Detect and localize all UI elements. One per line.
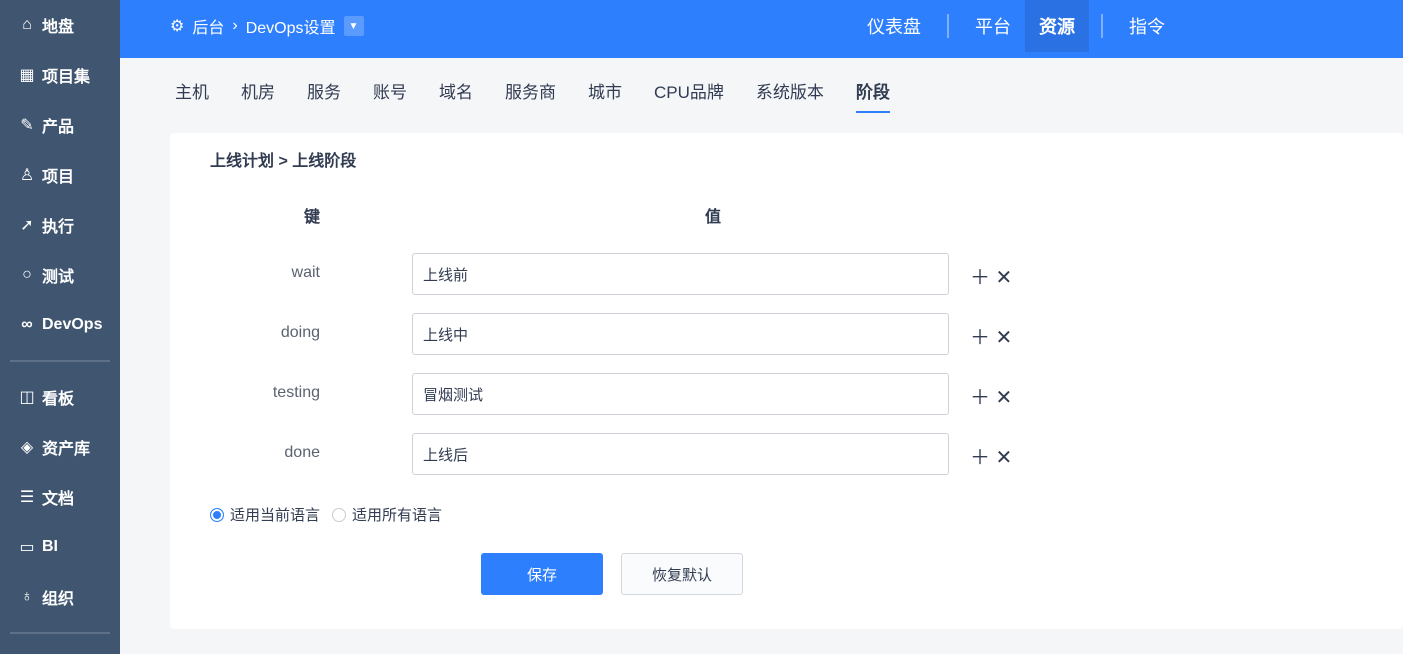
kanban-icon: ◫ <box>19 389 35 406</box>
row-key: testing <box>272 384 320 401</box>
tab-provider[interactable]: 服务商 <box>505 78 556 113</box>
value-input[interactable] <box>412 373 949 415</box>
sidebar-item-devops[interactable]: ∞ DevOps <box>0 300 120 350</box>
tab-stage[interactable]: 阶段 <box>855 78 890 113</box>
tab-account[interactable]: 账号 <box>373 78 407 113</box>
tab-host[interactable]: 主机 <box>175 78 209 113</box>
radio-all-label[interactable]: 适用所有语言 <box>352 504 442 525</box>
nav-dashboard[interactable]: 仪表盘 <box>853 0 935 52</box>
doc-icon: ☰ <box>19 489 35 506</box>
users-icon: ♁ <box>21 588 33 605</box>
row-key: done <box>284 444 320 461</box>
sidebar-item-project[interactable]: ♙ 项目 <box>0 150 120 200</box>
rocket-icon: ♙ <box>19 167 35 184</box>
bulb-icon: ✎ <box>20 117 34 134</box>
sidebar-item-org[interactable]: ♁ 组织 <box>0 572 120 622</box>
sidebar-item-docs[interactable]: ☰ 文档 <box>0 472 120 522</box>
nav-commands[interactable]: 指令 <box>1115 0 1179 52</box>
value-input[interactable] <box>412 313 949 355</box>
caret-down-icon: ▼ <box>348 20 359 32</box>
nav-separator <box>1101 14 1103 38</box>
search-icon: ○ <box>22 266 32 283</box>
table-row: testing ＋ ✕ <box>170 373 1403 415</box>
gear-icon: ⚙ <box>170 18 185 35</box>
top-nav: 仪表盘 平台 资源 指令 <box>853 0 1179 52</box>
save-button[interactable]: 保存 <box>481 553 603 595</box>
table-row: done ＋ ✕ <box>170 433 1403 475</box>
add-icon[interactable]: ＋ ✕ <box>970 441 1012 470</box>
radio-current-label[interactable]: 适用当前语言 <box>230 504 320 525</box>
home-icon: ⌂ <box>22 16 32 33</box>
sidebar-item-execution[interactable]: ➚ 执行 <box>0 200 120 250</box>
page-title: 上线计划 > 上线阶段 <box>210 153 357 170</box>
diamond-icon: ◈ <box>20 439 34 456</box>
row-key: doing <box>280 324 320 341</box>
monitor-icon: ▭ <box>19 539 35 556</box>
nav-platform[interactable]: 平台 <box>961 0 1025 52</box>
value-input[interactable] <box>412 253 949 295</box>
nav-resources[interactable]: 资源 <box>1025 0 1089 52</box>
sidebar-item-program[interactable]: ▦ 项目集 <box>0 50 120 100</box>
sidebar-divider <box>10 632 110 634</box>
value-input[interactable] <box>412 433 949 475</box>
grid-icon: ▦ <box>19 67 35 84</box>
row-key: wait <box>291 264 320 281</box>
settings-card: 上线计划 > 上线阶段 键 值 wait ＋ ✕ doing ＋ ✕ testi… <box>170 133 1403 629</box>
sidebar-divider <box>10 360 110 362</box>
sidebar-item-test[interactable]: ○ 测试 <box>0 250 120 300</box>
sidebar: ⌂ 地盘 ▦ 项目集 ✎ 产品 ♙ 项目 ➚ 执行 ○ 测试 ∞ DevOps ◫ 看板 ◈ 资产… <box>0 0 120 654</box>
tab-domain[interactable]: 域名 <box>439 78 473 113</box>
breadcrumb-root[interactable]: 后台 <box>192 14 224 38</box>
breadcrumb-current[interactable]: DevOps设置 <box>246 14 336 38</box>
sidebar-item-assets[interactable]: ◈ 资产库 <box>0 422 120 472</box>
reset-default-button[interactable]: 恢复默认 <box>621 553 743 595</box>
add-icon[interactable]: ＋ ✕ <box>970 321 1012 350</box>
radio-current-language[interactable] <box>210 507 224 522</box>
sidebar-item-kanban[interactable]: ◫ 看板 <box>0 372 120 422</box>
run-icon: ➚ <box>20 217 34 234</box>
sidebar-item-bi[interactable]: ▭ BI <box>0 522 120 572</box>
sidebar-item-dashboard[interactable]: ⌂ 地盘 <box>0 0 120 50</box>
table-row: wait ＋ ✕ <box>170 253 1403 295</box>
tab-os-version[interactable]: 系统版本 <box>756 78 824 113</box>
tab-serverroom[interactable]: 机房 <box>241 78 275 113</box>
tab-service[interactable]: 服务 <box>307 78 341 113</box>
radio-all-languages[interactable] <box>332 507 347 522</box>
tab-city[interactable]: 城市 <box>588 78 622 113</box>
tabs: 主机 机房 服务 账号 域名 服务商 城市 CPU品牌 系统版本 阶段 <box>175 78 922 113</box>
language-scope: 适用当前语言 适用所有语言 <box>210 504 442 525</box>
breadcrumb: ⚙ 后台 › DevOps设置 ▼ <box>170 0 364 52</box>
infinity-icon: ∞ <box>21 316 33 333</box>
add-icon[interactable]: ＋ ✕ <box>970 381 1012 410</box>
tab-cpu-brand[interactable]: CPU品牌 <box>654 78 724 113</box>
table-row: doing ＋ ✕ <box>170 313 1403 355</box>
top-bar: ⚙ 后台 › DevOps设置 ▼ 仪表盘 平台 资源 指令 <box>120 0 1403 58</box>
add-icon[interactable]: ＋ ✕ <box>970 261 1012 290</box>
sidebar-item-product[interactable]: ✎ 产品 <box>0 100 120 150</box>
chevron-right-icon: › <box>232 17 238 34</box>
dropdown-button[interactable]: ▼ <box>343 16 364 36</box>
key-header: 键 <box>304 209 321 226</box>
value-header: 值 <box>705 209 722 226</box>
nav-separator <box>947 14 949 38</box>
